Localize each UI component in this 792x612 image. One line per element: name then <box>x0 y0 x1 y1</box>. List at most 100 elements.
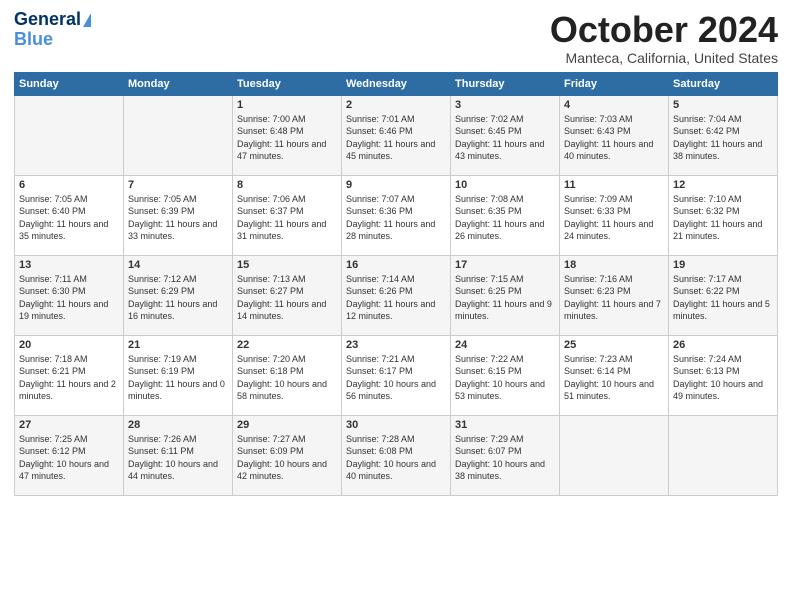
calendar-cell: 5 Sunrise: 7:04 AM Sunset: 6:42 PM Daylig… <box>669 95 778 175</box>
day-number: 9 <box>346 179 446 191</box>
calendar-cell <box>15 95 124 175</box>
calendar-cell: 23 Sunrise: 7:21 AM Sunset: 6:17 PM Dayli… <box>342 335 451 415</box>
calendar-cell: 1 Sunrise: 7:00 AM Sunset: 6:48 PM Daylig… <box>233 95 342 175</box>
day-number: 27 <box>19 419 119 431</box>
day-number: 10 <box>455 179 555 191</box>
day-number: 16 <box>346 259 446 271</box>
day-number: 25 <box>564 339 664 351</box>
day-number: 19 <box>673 259 773 271</box>
calendar-cell: 26 Sunrise: 7:24 AM Sunset: 6:13 PM Dayli… <box>669 335 778 415</box>
day-number: 29 <box>237 419 337 431</box>
day-info: Sunrise: 7:21 AM Sunset: 6:17 PM Dayligh… <box>346 353 446 403</box>
calendar-cell: 25 Sunrise: 7:23 AM Sunset: 6:14 PM Dayli… <box>560 335 669 415</box>
logo: General Blue <box>14 10 91 50</box>
day-number: 7 <box>128 179 228 191</box>
header: General Blue October 2024 Manteca, Calif… <box>14 10 778 66</box>
day-info: Sunrise: 7:00 AM Sunset: 6:48 PM Dayligh… <box>237 113 337 163</box>
calendar-cell: 16 Sunrise: 7:14 AM Sunset: 6:26 PM Dayli… <box>342 255 451 335</box>
calendar-cell: 17Sunrise: 7:15 AM Sunset: 6:25 PM Dayli… <box>451 255 560 335</box>
day-number: 26 <box>673 339 773 351</box>
calendar-cell: 22Sunrise: 7:20 AM Sunset: 6:18 PM Dayli… <box>233 335 342 415</box>
calendar-cell: 28 Sunrise: 7:26 AM Sunset: 6:11 PM Dayli… <box>124 415 233 495</box>
day-info: Sunrise: 7:23 AM Sunset: 6:14 PM Dayligh… <box>564 353 664 403</box>
day-info: Sunrise: 7:06 AM Sunset: 6:37 PM Dayligh… <box>237 193 337 243</box>
weekday-header-friday: Friday <box>560 72 669 95</box>
day-number: 14 <box>128 259 228 271</box>
day-info: Sunrise: 7:18 AM Sunset: 6:21 PM Dayligh… <box>19 353 119 403</box>
day-info: Sunrise: 7:01 AM Sunset: 6:46 PM Dayligh… <box>346 113 446 163</box>
day-info: Sunrise: 7:11 AM Sunset: 6:30 PM Dayligh… <box>19 273 119 323</box>
day-info: Sunrise: 7:27 AM Sunset: 6:09 PM Dayligh… <box>237 433 337 483</box>
calendar-cell: 6 Sunrise: 7:05 AM Sunset: 6:40 PM Daylig… <box>15 175 124 255</box>
day-info: Sunrise: 7:12 AM Sunset: 6:29 PM Dayligh… <box>128 273 228 323</box>
day-number: 12 <box>673 179 773 191</box>
day-info: Sunrise: 7:19 AM Sunset: 6:19 PM Dayligh… <box>128 353 228 403</box>
week-row-4: 20Sunrise: 7:18 AM Sunset: 6:21 PM Dayli… <box>15 335 778 415</box>
day-number: 23 <box>346 339 446 351</box>
day-number: 30 <box>346 419 446 431</box>
day-number: 28 <box>128 419 228 431</box>
day-info: Sunrise: 7:17 AM Sunset: 6:22 PM Dayligh… <box>673 273 773 323</box>
calendar-cell: 13Sunrise: 7:11 AM Sunset: 6:30 PM Dayli… <box>15 255 124 335</box>
calendar-cell: 7Sunrise: 7:05 AM Sunset: 6:39 PM Daylig… <box>124 175 233 255</box>
weekday-header-thursday: Thursday <box>451 72 560 95</box>
week-row-5: 27 Sunrise: 7:25 AM Sunset: 6:12 PM Dayli… <box>15 415 778 495</box>
day-number: 6 <box>19 179 119 191</box>
day-info: Sunrise: 7:26 AM Sunset: 6:11 PM Dayligh… <box>128 433 228 483</box>
calendar-cell: 30 Sunrise: 7:28 AM Sunset: 6:08 PM Dayli… <box>342 415 451 495</box>
calendar-cell: 4 Sunrise: 7:03 AM Sunset: 6:43 PM Daylig… <box>560 95 669 175</box>
day-number: 5 <box>673 99 773 111</box>
day-number: 2 <box>346 99 446 111</box>
calendar-cell: 29 Sunrise: 7:27 AM Sunset: 6:09 PM Dayli… <box>233 415 342 495</box>
calendar-cell <box>560 415 669 495</box>
month-title: October 2024 <box>550 10 778 50</box>
calendar-cell: 18Sunrise: 7:16 AM Sunset: 6:23 PM Dayli… <box>560 255 669 335</box>
logo-text-general: General <box>14 10 81 30</box>
calendar-table: SundayMondayTuesdayWednesdayThursdayFrid… <box>14 72 778 496</box>
calendar-cell: 10 Sunrise: 7:08 AM Sunset: 6:35 PM Dayli… <box>451 175 560 255</box>
day-info: Sunrise: 7:28 AM Sunset: 6:08 PM Dayligh… <box>346 433 446 483</box>
day-info: Sunrise: 7:22 AM Sunset: 6:15 PM Dayligh… <box>455 353 555 403</box>
week-row-2: 6 Sunrise: 7:05 AM Sunset: 6:40 PM Daylig… <box>15 175 778 255</box>
day-info: Sunrise: 7:09 AM Sunset: 6:33 PM Dayligh… <box>564 193 664 243</box>
calendar-cell: 15 Sunrise: 7:13 AM Sunset: 6:27 PM Dayli… <box>233 255 342 335</box>
logo-triangle-icon <box>83 13 91 27</box>
day-info: Sunrise: 7:24 AM Sunset: 6:13 PM Dayligh… <box>673 353 773 403</box>
day-number: 1 <box>237 99 337 111</box>
day-info: Sunrise: 7:03 AM Sunset: 6:43 PM Dayligh… <box>564 113 664 163</box>
day-info: Sunrise: 7:08 AM Sunset: 6:35 PM Dayligh… <box>455 193 555 243</box>
calendar-cell: 11Sunrise: 7:09 AM Sunset: 6:33 PM Dayli… <box>560 175 669 255</box>
calendar-cell: 24 Sunrise: 7:22 AM Sunset: 6:15 PM Dayli… <box>451 335 560 415</box>
page-container: General Blue October 2024 Manteca, Calif… <box>0 0 792 504</box>
day-info: Sunrise: 7:25 AM Sunset: 6:12 PM Dayligh… <box>19 433 119 483</box>
calendar-cell: 31 Sunrise: 7:29 AM Sunset: 6:07 PM Dayli… <box>451 415 560 495</box>
calendar-cell: 2 Sunrise: 7:01 AM Sunset: 6:46 PM Daylig… <box>342 95 451 175</box>
calendar-cell: 3Sunrise: 7:02 AM Sunset: 6:45 PM Daylig… <box>451 95 560 175</box>
day-number: 4 <box>564 99 664 111</box>
day-number: 31 <box>455 419 555 431</box>
day-info: Sunrise: 7:04 AM Sunset: 6:42 PM Dayligh… <box>673 113 773 163</box>
week-row-1: 1 Sunrise: 7:00 AM Sunset: 6:48 PM Daylig… <box>15 95 778 175</box>
day-number: 3 <box>455 99 555 111</box>
day-number: 15 <box>237 259 337 271</box>
day-info: Sunrise: 7:14 AM Sunset: 6:26 PM Dayligh… <box>346 273 446 323</box>
calendar-cell <box>124 95 233 175</box>
day-info: Sunrise: 7:15 AM Sunset: 6:25 PM Dayligh… <box>455 273 555 323</box>
calendar-cell: 14 Sunrise: 7:12 AM Sunset: 6:29 PM Dayli… <box>124 255 233 335</box>
day-number: 18 <box>564 259 664 271</box>
day-number: 24 <box>455 339 555 351</box>
calendar-cell: 12Sunrise: 7:10 AM Sunset: 6:32 PM Dayli… <box>669 175 778 255</box>
day-number: 8 <box>237 179 337 191</box>
day-info: Sunrise: 7:05 AM Sunset: 6:40 PM Dayligh… <box>19 193 119 243</box>
weekday-header-saturday: Saturday <box>669 72 778 95</box>
weekday-header-sunday: Sunday <box>15 72 124 95</box>
title-area: October 2024 Manteca, California, United… <box>550 10 778 66</box>
day-number: 21 <box>128 339 228 351</box>
day-info: Sunrise: 7:13 AM Sunset: 6:27 PM Dayligh… <box>237 273 337 323</box>
weekday-header-row: SundayMondayTuesdayWednesdayThursdayFrid… <box>15 72 778 95</box>
calendar-cell: 20Sunrise: 7:18 AM Sunset: 6:21 PM Dayli… <box>15 335 124 415</box>
week-row-3: 13Sunrise: 7:11 AM Sunset: 6:30 PM Dayli… <box>15 255 778 335</box>
calendar-cell: 9Sunrise: 7:07 AM Sunset: 6:36 PM Daylig… <box>342 175 451 255</box>
calendar-cell: 19 Sunrise: 7:17 AM Sunset: 6:22 PM Dayli… <box>669 255 778 335</box>
day-info: Sunrise: 7:29 AM Sunset: 6:07 PM Dayligh… <box>455 433 555 483</box>
